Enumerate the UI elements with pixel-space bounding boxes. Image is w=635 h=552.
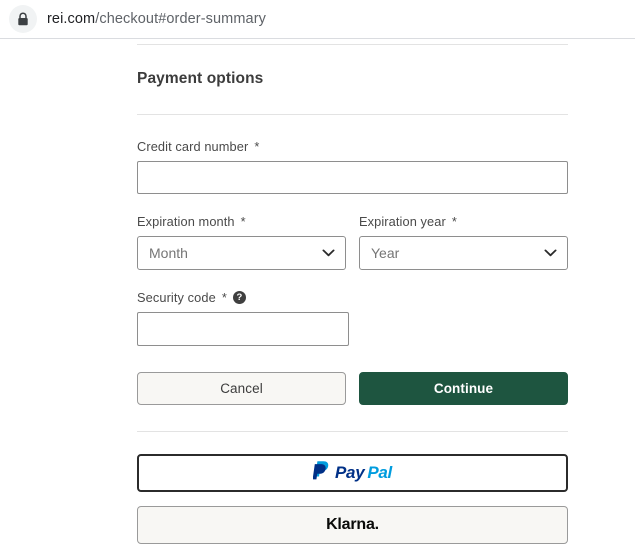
url-text[interactable]: rei.com/checkout#order-summary: [47, 11, 266, 27]
section-divider-top: [137, 44, 568, 45]
cancel-button[interactable]: Cancel: [137, 372, 346, 405]
expiration-month-label: Expiration month *: [137, 214, 346, 229]
expiration-year-field: Expiration year * Year: [359, 214, 568, 270]
paypal-word-pay: Pay: [335, 463, 365, 482]
url-path: /checkout#order-summary: [95, 11, 266, 27]
klarna-logo-text: Klarna.: [326, 516, 379, 533]
payment-options-section: Payment options Credit card number * Exp…: [137, 39, 568, 544]
klarna-button[interactable]: Klarna.: [137, 506, 568, 544]
security-code-label: Security code * ?: [137, 290, 349, 305]
credit-card-number-label: Credit card number *: [137, 139, 568, 154]
credit-card-number-label-text: Credit card number: [137, 139, 249, 154]
alt-payment-divider: [137, 431, 568, 432]
help-question-icon[interactable]: ?: [232, 291, 246, 304]
expiration-year-label: Expiration year *: [359, 214, 568, 229]
paypal-word-pal: Pal: [367, 463, 392, 482]
required-indicator: *: [240, 214, 246, 229]
expiration-year-selected-value: Year: [371, 245, 400, 261]
expiration-month-field: Expiration month * Month: [137, 214, 346, 270]
security-code-input[interactable]: [137, 312, 349, 346]
expiration-row: Expiration month * Month Expiration year…: [137, 214, 568, 270]
url-domain: rei.com: [47, 11, 96, 27]
paypal-p-mark-icon: [312, 460, 332, 486]
expiration-month-select[interactable]: Month: [137, 236, 346, 270]
continue-button[interactable]: Continue: [359, 372, 568, 405]
security-code-field: Security code * ?: [137, 290, 349, 346]
security-code-label-text: Security code: [137, 290, 216, 305]
expiration-year-select-wrap: Year: [359, 236, 568, 270]
expiration-month-label-text: Expiration month: [137, 214, 235, 229]
required-indicator: *: [451, 214, 457, 229]
expiration-year-select[interactable]: Year: [359, 236, 568, 270]
lock-icon: [17, 12, 29, 26]
expiration-month-select-wrap: Month: [137, 236, 346, 270]
paypal-button[interactable]: Pay Pal: [137, 454, 568, 492]
page-title: Payment options: [137, 70, 264, 87]
credit-card-number-field: Credit card number *: [137, 139, 568, 194]
credit-card-number-input[interactable]: [137, 161, 568, 194]
required-indicator: *: [254, 139, 260, 154]
paypal-logo: Pay Pal: [312, 460, 392, 486]
browser-address-bar: rei.com/checkout#order-summary: [0, 0, 635, 39]
checkout-page: Payment options Credit card number * Exp…: [0, 39, 635, 552]
site-info-button[interactable]: [9, 5, 37, 33]
expiration-month-selected-value: Month: [149, 245, 188, 261]
form-action-buttons: Cancel Continue: [137, 372, 568, 405]
expiration-year-label-text: Expiration year: [359, 214, 446, 229]
section-divider-under-title: [137, 114, 568, 115]
required-indicator: *: [221, 290, 227, 305]
